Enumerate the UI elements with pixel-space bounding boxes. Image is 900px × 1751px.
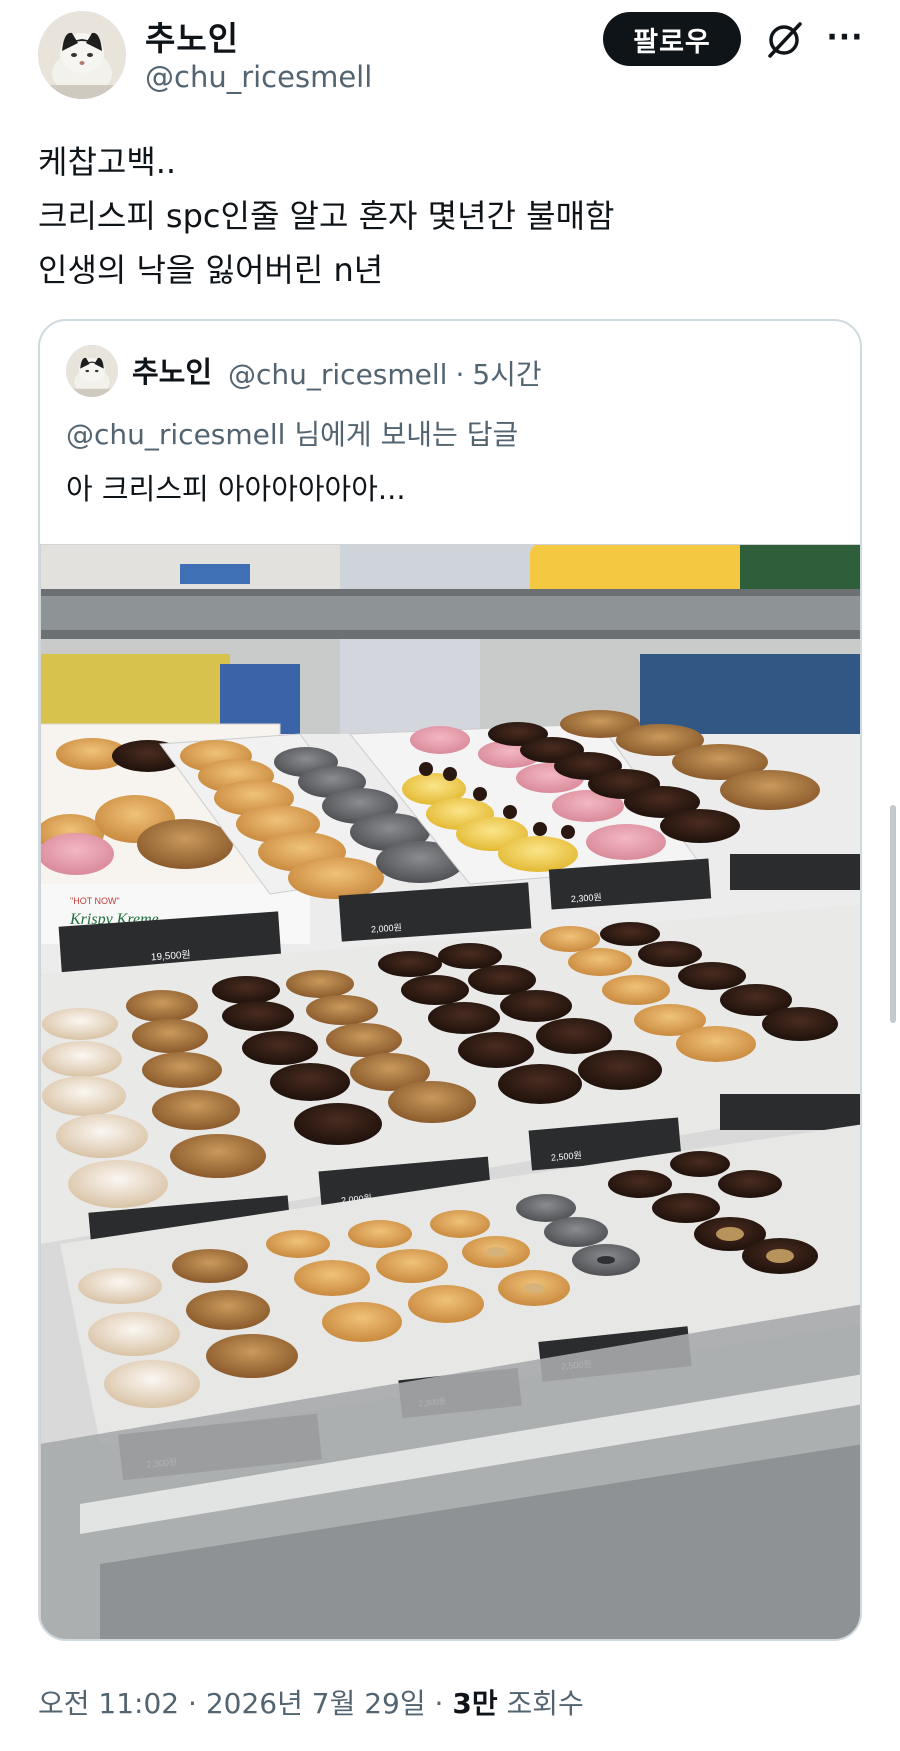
views-label: 조회수 xyxy=(506,1687,584,1720)
tweet-line-3: 인생의 낙을 잃어버린 n년 xyxy=(38,251,384,289)
tweet-header: 추노인 @chu_ricesmell 팔로우 ··· xyxy=(0,0,900,120)
donut-display-photo[interactable]: "HOT NOW" Krispy Kreme 19,500원 2,000원 2,… xyxy=(40,543,860,1639)
grok-icon[interactable] xyxy=(762,16,808,62)
meta-separator: · xyxy=(434,1687,444,1720)
quoted-tweet-text: 아 크리스피 아아아아아아... xyxy=(66,472,406,506)
tweet-meta: 오전 11:02 · 2026년 7월 29일 · 3만 조회수 xyxy=(38,1682,584,1722)
tweet-line-1: 케찹고백.. xyxy=(38,143,177,181)
views-count[interactable]: 3만 xyxy=(452,1687,497,1720)
quoted-author-handle: @chu_ricesmell xyxy=(228,358,448,391)
tweet-line-2: 크리스피 spc인줄 알고 혼자 몇년간 불매함 xyxy=(38,197,615,235)
cat-avatar-icon xyxy=(66,345,118,397)
author-name[interactable]: 추노인 xyxy=(145,12,239,60)
quoted-time: 5시간 xyxy=(472,358,542,391)
post-date: 2026년 7월 29일 xyxy=(205,1687,426,1720)
quoted-meta: @chu_ricesmell · 5시간 xyxy=(228,353,550,393)
svg-text:"HOT NOW": "HOT NOW" xyxy=(70,896,120,906)
follow-button[interactable]: 팔로우 xyxy=(603,12,741,66)
more-options-icon[interactable]: ··· xyxy=(822,18,868,58)
meta-separator: · xyxy=(188,1687,197,1720)
author-handle[interactable]: @chu_ricesmell xyxy=(145,60,372,94)
author-avatar[interactable] xyxy=(38,11,126,99)
quoted-author-avatar xyxy=(66,345,118,397)
scrollbar[interactable] xyxy=(890,805,896,1023)
reply-to-text: @chu_ricesmell 님에게 보내는 답글 xyxy=(66,418,519,451)
meta-separator: · xyxy=(455,358,465,391)
quoted-tweet-card[interactable]: 추노인 @chu_ricesmell · 5시간 @chu_ricesmell 님에… xyxy=(38,319,862,1641)
post-time: 오전 11:02 xyxy=(38,1687,180,1720)
cat-avatar-icon xyxy=(38,11,126,99)
tweet-text: 케찹고백.. 크리스피 spc인줄 알고 혼자 몇년간 불매함 인생의 낙을 잃… xyxy=(38,135,858,297)
quoted-author-name: 추노인 xyxy=(132,355,213,389)
